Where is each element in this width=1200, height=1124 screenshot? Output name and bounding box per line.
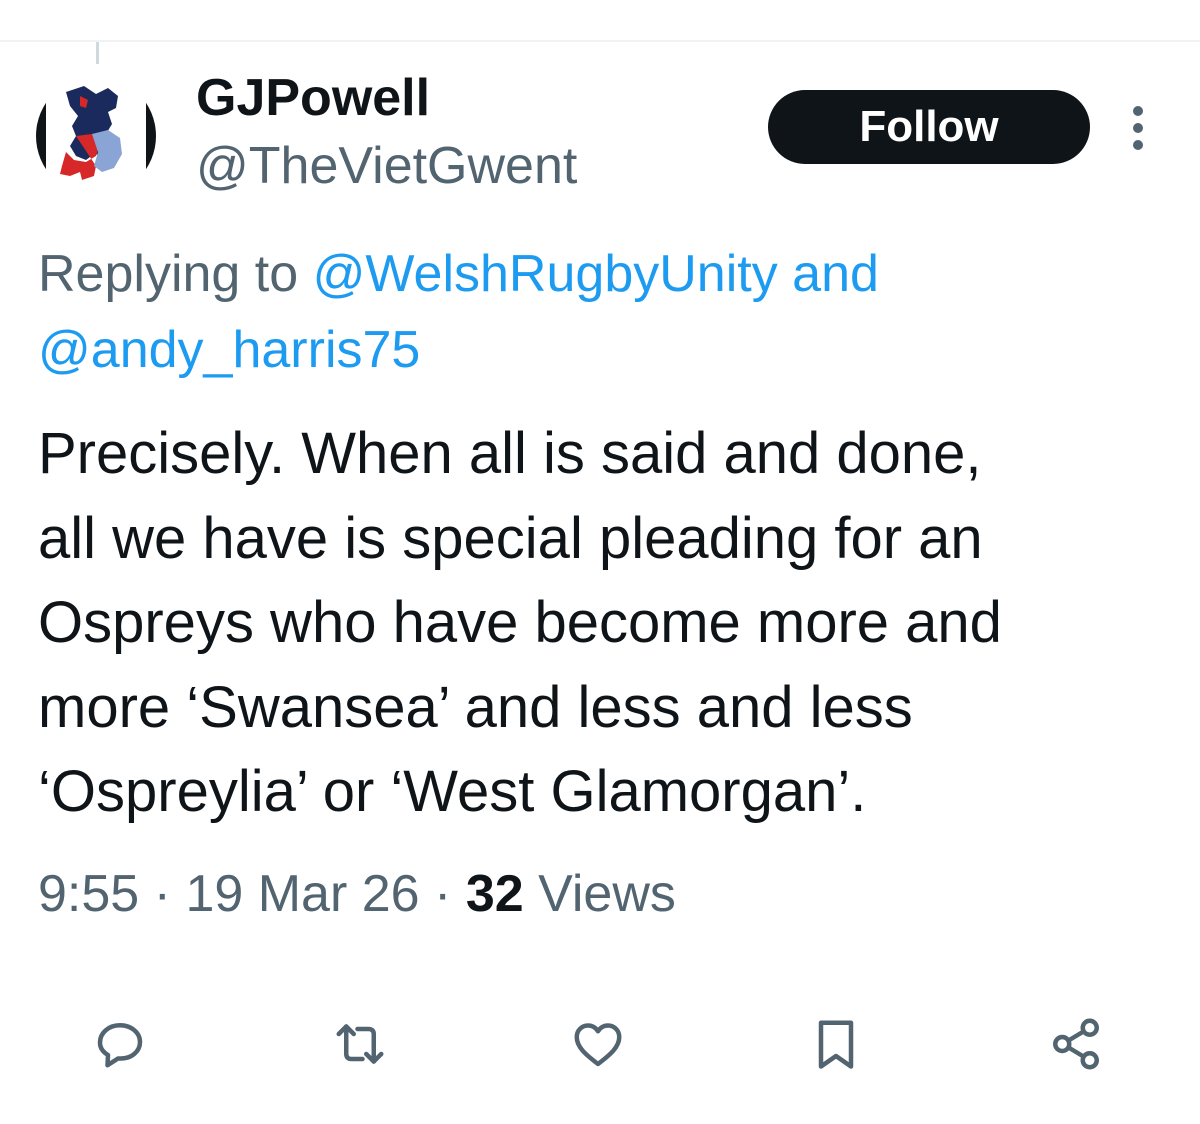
bookmark-icon[interactable] — [796, 1004, 876, 1084]
display-name[interactable]: GJPowell — [196, 66, 430, 130]
thread-connector-line — [96, 42, 99, 64]
share-icon[interactable] — [1036, 1004, 1116, 1084]
replying-to-label: Replying to — [38, 245, 299, 303]
tweet-text: Precisely. When all is said and done, al… — [38, 421, 1002, 824]
mention-link-andy-harris75[interactable]: @andy_harris75 — [38, 321, 420, 379]
follow-button[interactable]: Follow — [768, 90, 1090, 164]
more-options-icon[interactable] — [1118, 100, 1158, 156]
views-label[interactable]: Views — [538, 865, 676, 923]
mention-joiner[interactable]: and — [792, 245, 879, 303]
tweet-metadata: 9:55 · 19 Mar 26 · 32 Views — [38, 858, 676, 930]
meta-separator: · — [153, 865, 171, 923]
views-count[interactable]: 32 — [466, 865, 524, 923]
meta-separator: · — [434, 865, 452, 923]
tweet-time[interactable]: 9:55 — [38, 865, 139, 923]
retweet-icon[interactable] — [320, 1004, 400, 1084]
top-divider — [0, 40, 1200, 42]
like-icon[interactable] — [558, 1004, 638, 1084]
tweet-date[interactable]: 19 Mar 26 — [185, 865, 419, 923]
mention-link-welshrugbyunity[interactable]: @WelshRugbyUnity — [313, 245, 778, 303]
reply-icon[interactable] — [80, 1004, 160, 1084]
tweet-page: GJPowell @TheVietGwent Follow Replying t… — [0, 0, 1200, 1124]
replying-to-line: Replying to @WelshRugbyUnity and @andy_h… — [38, 236, 1158, 388]
avatar[interactable] — [36, 76, 156, 196]
action-bar — [0, 1004, 1200, 1084]
user-handle[interactable]: @TheVietGwent — [196, 134, 577, 198]
wales-map-avatar-icon — [36, 76, 156, 196]
